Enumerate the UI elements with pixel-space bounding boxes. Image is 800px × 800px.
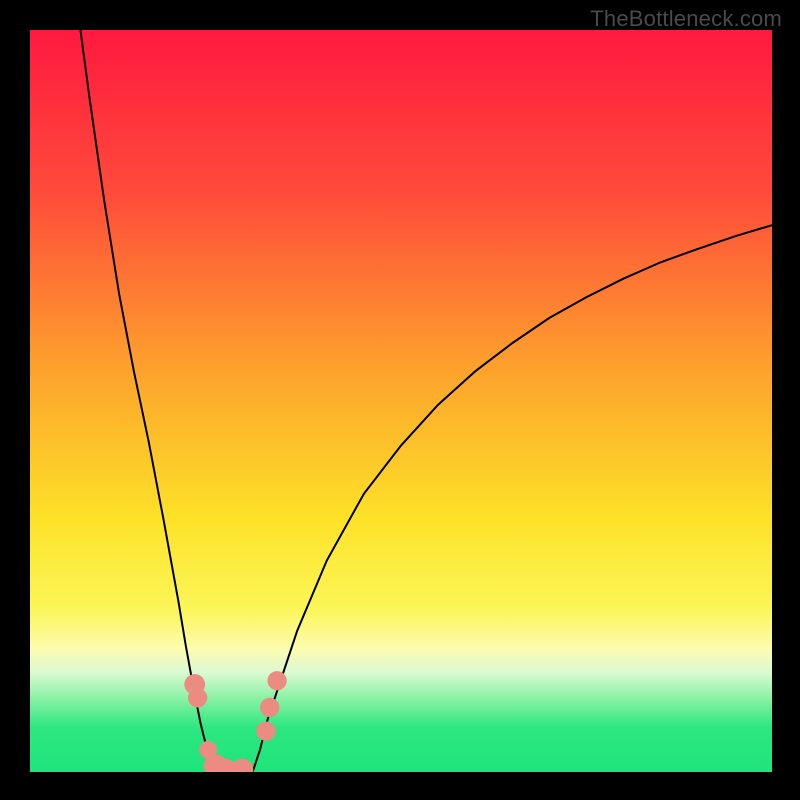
plot-svg: [30, 30, 772, 772]
data-marker: [260, 698, 279, 717]
plot-area: [30, 30, 772, 772]
chart-frame: TheBottleneck.com: [0, 0, 800, 800]
data-marker: [256, 722, 275, 741]
data-marker: [267, 671, 286, 690]
watermark-text: TheBottleneck.com: [590, 6, 782, 32]
plot-background: [30, 30, 772, 772]
data-marker: [188, 688, 207, 707]
